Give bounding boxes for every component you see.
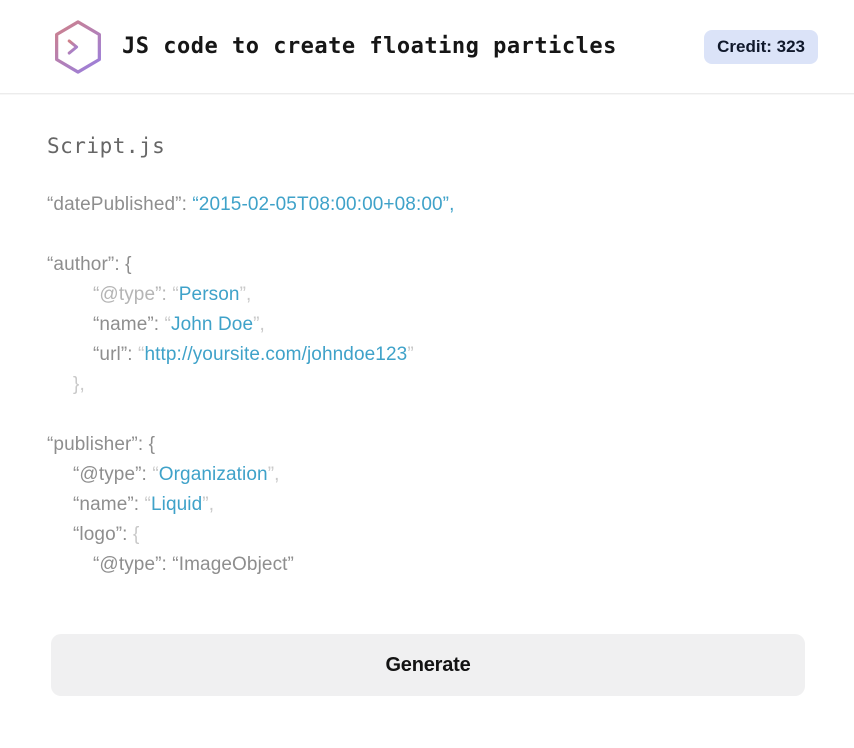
code-line-author-name: “name”: “John Doe”, [47,310,806,340]
code-value: http://yoursite.com/johndoe123 [144,344,408,365]
code-key: “publisher”: { [47,434,156,455]
credit-badge: Credit: 323 [704,29,818,64]
code-key: “@type”: [73,464,153,485]
code-editor: “datePublished”: “2015-02-05T08:00:00+08… [47,190,806,580]
code-value: “2015-02-05T08:00:00+08:00”, [192,194,455,215]
code-quote: ”, [267,464,280,485]
code-value: Liquid [150,494,203,515]
code-quote: ”, [239,284,252,305]
code-key: “name”: [93,314,165,335]
terminal-prompt-hexagon-icon [55,19,101,74]
code-value: Person [178,284,240,305]
code-key: “@type”: “ImageObject” [93,554,294,575]
header: JS code to create floating particles Cre… [0,0,854,94]
code-key: “author”: { [47,254,132,275]
code-key: “logo”: [73,524,133,545]
code-line-datepublished: “datePublished”: “2015-02-05T08:00:00+08… [47,190,806,220]
code-quote: ”, [202,494,215,515]
code-key: “datePublished”: [47,194,193,215]
code-key: “url”: [93,344,139,365]
code-line-logo-open: “logo”: { [47,520,806,550]
code-line-author-url: “url”: “http://yoursite.com/johndoe123” [47,340,806,370]
code-line-publisher-open: “publisher”: { [47,430,806,460]
code-line-publisher-name: “name”: “Liquid”, [47,490,806,520]
filename-label: Script.js [47,134,166,158]
code-quote: ”, [253,314,265,335]
page-title: JS code to create floating particles [122,34,617,59]
code-value: John Doe [170,314,254,335]
code-line-author-close: }, [47,370,806,400]
code-value: Organization [158,464,268,485]
code-quote: ” [407,344,414,365]
code-line-author-type: “@type”: “Person”, [47,280,806,310]
code-key: “@type”: [93,284,173,305]
code-line-logo-type: “@type”: “ImageObject” [47,550,806,580]
code-line-author-open: “author”: { [47,250,806,280]
code-key: “name”: [73,494,145,515]
generate-button[interactable]: Generate [51,634,805,696]
code-line-publisher-type: “@type”: “Organization”, [47,460,806,490]
code-brace: { [132,524,140,545]
code-brace: }, [73,374,85,395]
main-content: Script.js “datePublished”: “2015-02-05T0… [0,134,854,696]
